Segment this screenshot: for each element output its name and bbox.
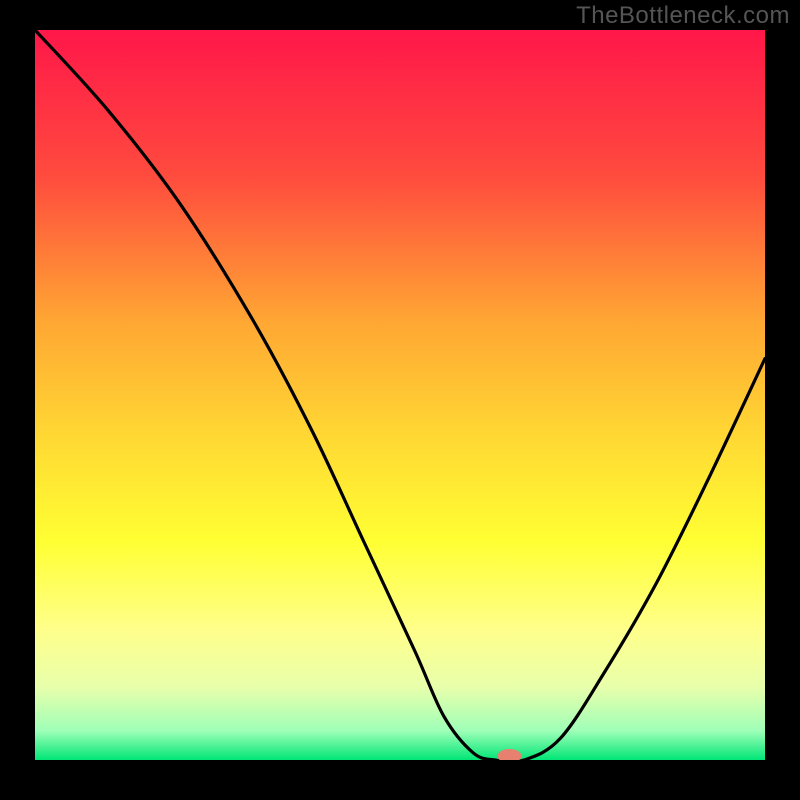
watermark-text: TheBottleneck.com <box>576 2 790 30</box>
plot-area <box>35 30 765 760</box>
bottleneck-curve <box>35 30 765 760</box>
curve-layer <box>35 30 765 760</box>
chart-container: TheBottleneck.com <box>0 0 800 800</box>
minimum-marker <box>498 749 522 760</box>
